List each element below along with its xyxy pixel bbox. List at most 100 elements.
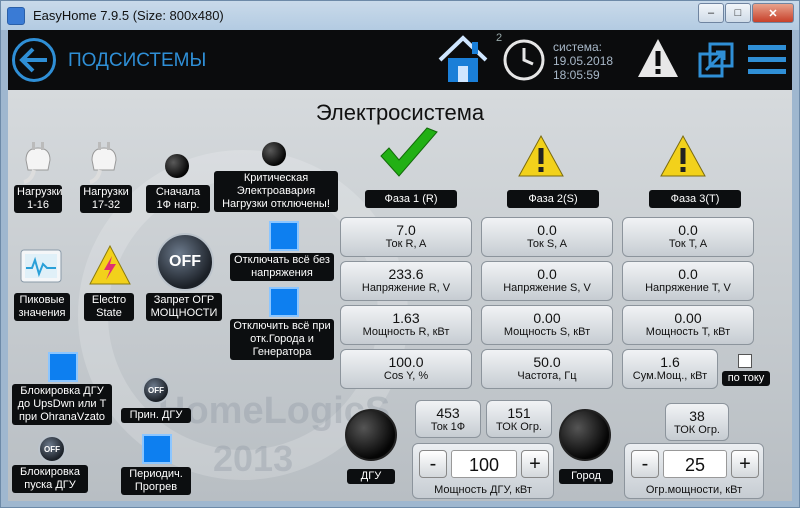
electro-warning-icon[interactable] — [88, 244, 132, 286]
value: 453 — [436, 405, 460, 421]
plug-icon[interactable] — [84, 140, 124, 184]
system-time: 18:05:59 — [553, 68, 600, 82]
value: 50.0 — [533, 354, 561, 370]
phase-1-power-tile: 1.63 Мощность R, кВт — [340, 305, 472, 345]
warning-icon[interactable] — [636, 36, 680, 80]
warning-icon — [518, 134, 564, 177]
loads-17-32-button[interactable]: Нагрузки 17-32 — [80, 185, 132, 213]
phase-2-current-tile: 0.0 Ток S, A — [481, 217, 613, 257]
dgu-power-plus-button[interactable]: + — [521, 450, 549, 478]
tok-ogr-2-tile: 38 ТОК Огр. — [665, 403, 729, 441]
peak-values-button[interactable]: Пиковые значения — [14, 293, 70, 321]
electro-state-button[interactable]: Electro State — [84, 293, 134, 321]
app-client-area: ПОДСИСТЕМЫ 2 система: 19.05.2018 18:05:5… — [8, 30, 792, 501]
caption: Мощность S, кВт — [503, 326, 591, 338]
block-start-off-toggle[interactable]: OFF — [38, 435, 66, 463]
ogr-power-plus-button[interactable]: + — [731, 450, 759, 478]
tok-ogr-tile: 151 ТОК Огр. — [486, 400, 552, 438]
value: 233.6 — [388, 266, 424, 282]
block-dgu-toggle[interactable] — [48, 352, 78, 382]
back-arrow-icon — [19, 47, 47, 73]
close-button[interactable]: ✕ — [752, 3, 794, 23]
expand-window-icon[interactable] — [696, 40, 736, 80]
ban-ogr-label: Запрет ОГР МОЩНОСТИ — [146, 293, 222, 321]
title-bar: EasyHome 7.9.5 (Size: 800x480) – □ ✕ — [1, 1, 799, 30]
caption: Напряжение T, V — [645, 282, 731, 294]
app-window: EasyHome 7.9.5 (Size: 800x480) – □ ✕ ПОД… — [0, 0, 800, 508]
caption: Частота, Гц — [517, 370, 577, 382]
caption: Напряжение R, V — [361, 282, 451, 294]
value: 1.6 — [660, 354, 680, 370]
city-indicator — [559, 409, 611, 461]
ogr-power-minus-button[interactable]: - — [631, 450, 659, 478]
phase-3-voltage-tile: 0.0 Напряжение T, V — [622, 261, 754, 301]
by-current-label: по току — [722, 371, 770, 386]
accept-dgu-label: Прин. ДГУ — [121, 408, 191, 423]
app-icon — [7, 6, 25, 25]
section-title: ПОДСИСТЕМЫ — [68, 50, 207, 71]
ban-ogr-off-toggle[interactable]: OFF — [156, 233, 214, 291]
value: 38 — [689, 408, 705, 424]
disconnect-city-toggle[interactable] — [269, 287, 299, 317]
value: 100.0 — [388, 354, 424, 370]
by-current-checkbox[interactable] — [738, 354, 752, 368]
monitor-icon[interactable] — [18, 244, 64, 290]
plug-icon[interactable] — [18, 140, 58, 184]
city-label: Город — [559, 469, 613, 484]
phase-1-label: Фаза 1 (R) — [365, 190, 457, 208]
dgu-power-value[interactable]: 100 — [451, 450, 517, 478]
ogr-power-stepper: - 25 + Огр.мощности, кВт — [624, 443, 764, 499]
caption: Мощность T, кВт — [645, 326, 731, 338]
tok-1f-tile: 453 Ток 1Ф — [415, 400, 481, 438]
dgu-power-caption: Мощность ДГУ, кВт — [434, 484, 532, 496]
ogr-power-value[interactable]: 25 — [663, 450, 727, 478]
clock-icon[interactable] — [502, 38, 546, 82]
caption: ТОК Огр. — [496, 421, 542, 433]
maximize-button[interactable]: □ — [725, 3, 751, 23]
caption: Мощность R, кВт — [362, 326, 450, 338]
dgu-indicator — [345, 409, 397, 461]
window-title: EasyHome 7.9.5 (Size: 800x480) — [33, 8, 224, 23]
first-1f-indicator — [165, 154, 189, 178]
accept-dgu-off-toggle[interactable]: OFF — [142, 376, 170, 404]
minimize-button[interactable]: – — [698, 3, 724, 23]
cos-tile: 100.0 Cos Y, % — [340, 349, 472, 389]
back-button[interactable] — [12, 38, 56, 82]
dgu-power-minus-button[interactable]: - — [419, 450, 447, 478]
value: 0.00 — [674, 310, 702, 326]
value: 151 — [507, 405, 531, 421]
frequency-tile: 50.0 Частота, Гц — [481, 349, 613, 389]
header-bar: ПОДСИСТЕМЫ 2 система: 19.05.2018 18:05:5… — [8, 30, 792, 90]
page-title: Электросистема — [315, 100, 485, 125]
dgu-label: ДГУ — [347, 469, 395, 484]
home-icon[interactable] — [436, 32, 490, 86]
phase-3-current-tile: 0.0 Ток T, A — [622, 217, 754, 257]
phase-1-voltage-tile: 233.6 Напряжение R, V — [340, 261, 472, 301]
block-dgu-label: Блокировка ДГУ до UpsDwn или Т при Ohran… — [12, 384, 112, 425]
value: 7.0 — [396, 222, 416, 238]
critical-alarm-indicator — [262, 142, 286, 166]
check-icon — [380, 127, 438, 177]
loads-1-16-button[interactable]: Нагрузки 1-16 — [14, 185, 63, 213]
disconnect-all-toggle[interactable] — [269, 221, 299, 251]
system-date: 19.05.2018 — [553, 54, 614, 68]
first-1f-button[interactable]: Сначала 1Ф нагр. — [146, 185, 210, 213]
periodic-warmup-toggle[interactable] — [142, 434, 172, 464]
value: 0.0 — [678, 266, 698, 282]
caption: Ток 1Ф — [430, 421, 466, 433]
dgu-power-stepper: - 100 + Мощность ДГУ, кВт — [412, 443, 554, 499]
caption: Ток S, A — [526, 238, 568, 250]
sum-power-tile: 1.6 Сум.Мощ., кВт — [622, 349, 718, 389]
caption: Напряжение S, V — [503, 282, 591, 294]
disconnect-city-label: Отключить всё при отк.Города и Генератор… — [230, 319, 334, 360]
value: 0.0 — [537, 266, 557, 282]
hamburger-menu-icon[interactable] — [746, 42, 788, 78]
caption: Cos Y, % — [383, 370, 429, 382]
caption: ТОК Огр. — [674, 424, 720, 436]
disconnect-all-label: Отключать всё без напряжения — [230, 253, 334, 281]
value: 1.63 — [392, 310, 420, 326]
value: 0.00 — [533, 310, 561, 326]
phase-2-voltage-tile: 0.0 Напряжение S, V — [481, 261, 613, 301]
critical-alarm-label: Критическая Электроавария Нагрузки отклю… — [214, 171, 338, 212]
caption: Ток T, A — [668, 238, 708, 250]
